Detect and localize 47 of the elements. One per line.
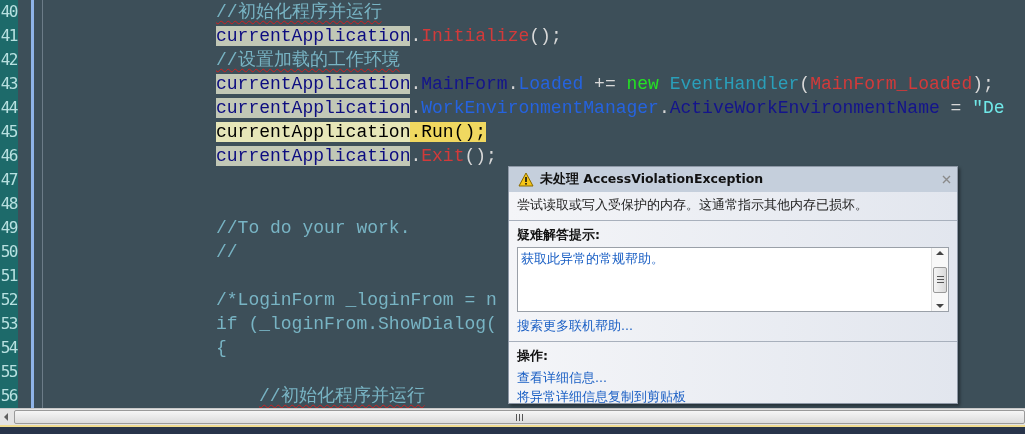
line-number: 56 bbox=[0, 385, 17, 407]
scroll-down-icon[interactable] bbox=[936, 304, 944, 308]
code-line: if (_loginFrom.ShowDialog( bbox=[215, 313, 497, 336]
scroll-up-icon[interactable] bbox=[936, 251, 944, 255]
code-line: currentApplication.Run(); bbox=[215, 121, 487, 144]
line-number: 42 bbox=[0, 49, 17, 71]
line-number: 55 bbox=[0, 361, 17, 383]
action-link[interactable]: 查看详细信息... bbox=[517, 368, 949, 387]
section-heading: 操作: bbox=[517, 348, 549, 365]
grip-icon bbox=[516, 413, 523, 421]
code-line: currentApplication.MainForm.Loaded += new EventHandler(MainForm_Loaded); bbox=[215, 73, 994, 96]
line-number: 44 bbox=[0, 97, 17, 119]
line-number: 46 bbox=[0, 145, 17, 167]
code-line: currentApplication.Initialize(); bbox=[215, 25, 562, 48]
code-line: //初始化程序并运行 bbox=[215, 1, 382, 24]
action-link[interactable]: 将异常详细信息复制到剪贴板 bbox=[517, 387, 949, 406]
code-line: // bbox=[215, 241, 238, 264]
code-line: currentApplication.WorkEnvironmentManager.ActiveWorkEnvironmentName = "De bbox=[215, 97, 1005, 120]
warning-icon bbox=[518, 172, 534, 187]
search-help-link[interactable]: 搜索更多联机帮助... bbox=[517, 316, 949, 335]
line-number: 54 bbox=[0, 337, 17, 359]
code-line: //To do your work. bbox=[215, 217, 411, 240]
code-line: /*LoginForm _loginFrom = n bbox=[215, 289, 497, 312]
line-number: 45 bbox=[0, 121, 17, 143]
code-line: //初始化程序并运行 bbox=[258, 385, 425, 408]
error-message: 尝试读取或写入受保护的内存。这通常指示其他内存已损坏。 bbox=[509, 192, 957, 221]
line-number: 43 bbox=[0, 73, 17, 95]
line-number: 53 bbox=[0, 313, 17, 335]
horizontal-scrollbar[interactable] bbox=[0, 408, 1025, 425]
line-number: 52 bbox=[0, 289, 17, 311]
grip-icon bbox=[936, 276, 944, 283]
line-number: 51 bbox=[0, 265, 17, 287]
code-line: { bbox=[215, 337, 227, 360]
line-number: 48 bbox=[0, 193, 17, 215]
vertical-scrollbar[interactable] bbox=[931, 248, 948, 311]
help-link[interactable]: 获取此异常的常规帮助。 bbox=[521, 249, 664, 268]
line-number: 41 bbox=[0, 25, 17, 47]
line-number: 50 bbox=[0, 241, 17, 263]
code-line: //设置加载的工作环境 bbox=[215, 49, 400, 72]
dialog-title: 未处理 AccessViolationException bbox=[540, 171, 765, 188]
scroll-left-icon[interactable] bbox=[4, 413, 8, 421]
section-heading: 疑难解答提示: bbox=[517, 227, 601, 244]
line-number: 49 bbox=[0, 217, 17, 239]
line-number: 47 bbox=[0, 169, 17, 191]
scrollbar-thumb[interactable] bbox=[14, 410, 1025, 424]
line-number: 40 bbox=[0, 1, 17, 23]
scrollbar-thumb[interactable] bbox=[933, 266, 947, 293]
